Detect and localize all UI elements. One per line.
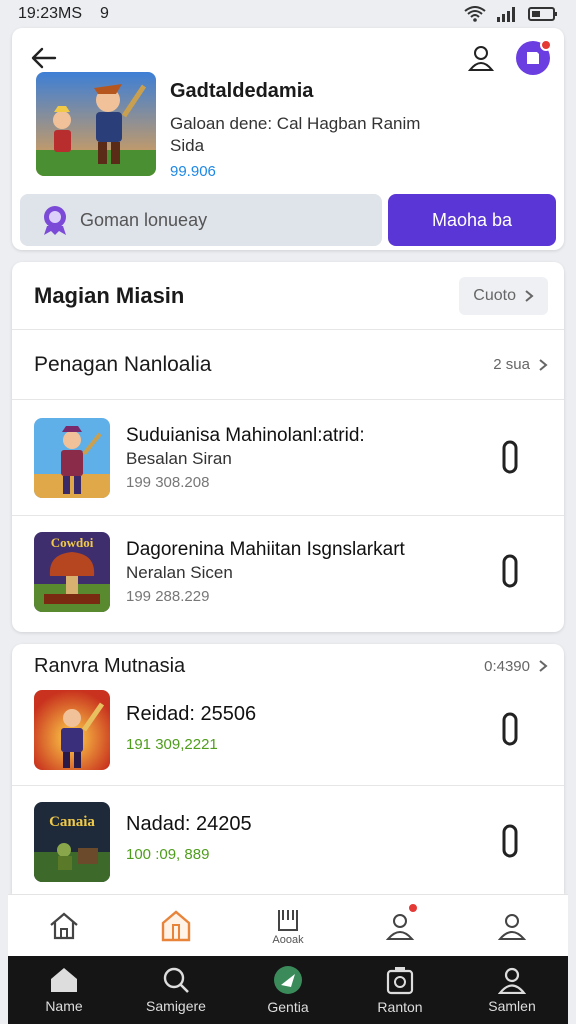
list-item[interactable]: Suduianisa Mahinolanl:atrid: Besalan Sir…: [12, 402, 564, 516]
account-button[interactable]: [464, 41, 498, 75]
sub-section-more-label: 2 sua: [493, 356, 530, 373]
chevron-right-icon: [525, 289, 534, 302]
back-button[interactable]: [26, 40, 62, 76]
system-bottom-nav: Name Samigere Gentia Ranton Samlen: [8, 956, 568, 1024]
item-subtitle: Besalan Siran: [126, 449, 232, 468]
play-icon: [274, 966, 302, 994]
primary-action-button[interactable]: Maoha ba: [388, 194, 556, 246]
item-title: Dagorenina Mahiitan Isgnslarkart: [126, 539, 405, 560]
item-subtitle: Neralan Sicen: [126, 563, 233, 582]
item-title: Reidad: 25506: [126, 703, 257, 725]
section-more-label: 0:4390: [484, 657, 530, 675]
home-icon: [51, 968, 77, 992]
notification-button[interactable]: [516, 39, 552, 75]
camera-icon: [386, 967, 414, 995]
battery-icon: [528, 7, 557, 21]
chevron-right-icon: [539, 358, 548, 371]
tab-home[interactable]: [29, 898, 99, 954]
badge-icon: [44, 206, 66, 235]
top-bar: [26, 39, 552, 76]
nav-home-label: Name: [45, 998, 83, 1014]
section-title: Magian Miasin: [34, 282, 185, 308]
nav-home[interactable]: Name: [19, 966, 109, 1014]
bottom-tab-bar: Aooak: [8, 894, 568, 956]
game-price: 99.906: [170, 163, 216, 180]
section-card-1: Magian Miasin Cuoto Penagan Nanloalia 2 …: [12, 262, 564, 632]
item-meta: 199 288.229: [126, 588, 210, 605]
sub-section-header[interactable]: Penagan Nanloalia 2 sua: [12, 330, 564, 400]
status-bar: 19:23MS 9: [0, 0, 576, 28]
game-thumbnail: Cowdoi: [34, 532, 110, 612]
game-title: Gadtaldedamia: [170, 80, 314, 102]
signal-icon: [497, 7, 515, 22]
notification-badge: [540, 39, 552, 51]
user-icon: [498, 967, 526, 994]
section-card-2: Ranvra Mutnasia 0:4390 Reidad: 25506 191…: [12, 644, 564, 894]
section-header: Magian Miasin Cuoto: [12, 262, 564, 330]
item-meta: 191 309,2221: [126, 736, 218, 753]
game-thumbnail: Canaia: [34, 802, 110, 882]
game-subtitle: Galoan dene: Cal Hagban Ranim Sida: [170, 114, 421, 155]
status-extra: 9: [100, 5, 109, 22]
nav-play[interactable]: Gentia: [243, 965, 333, 1015]
item-action-icon[interactable]: [500, 440, 520, 476]
nav-play-label: Gentia: [267, 999, 309, 1015]
sub-section-title: Penagan Nanloalia: [34, 352, 212, 376]
arrow-left-icon: [31, 47, 57, 69]
section-more[interactable]: 0:4390: [484, 658, 548, 675]
item-meta: 100 :09, 889: [126, 846, 210, 863]
tab-profile-badge[interactable]: [365, 898, 435, 954]
list-item[interactable]: Cowdoi Dagorenina Mahiitan Isgnslarkart …: [12, 516, 564, 630]
game-thumbnail: [34, 418, 110, 498]
home-icon: [50, 912, 78, 939]
item-action-icon[interactable]: [500, 824, 520, 860]
store-icon: [161, 909, 191, 941]
pill-label: Cuoto: [473, 286, 516, 304]
wifi-icon: [464, 6, 486, 22]
search-icon: [163, 967, 189, 993]
tab-store[interactable]: [141, 898, 211, 954]
sub-section-more[interactable]: 2 sua: [493, 356, 548, 373]
header-card: Gadtaldedamia Galoan dene: Cal Hagban Ra…: [12, 28, 564, 250]
list-item[interactable]: Reidad: 25506 191 309,2221: [12, 674, 564, 786]
tab-bookmark-label: Aooak: [272, 933, 304, 946]
list-item[interactable]: Canaia Nadad: 24205 100 :09, 889: [12, 786, 564, 894]
item-action-icon[interactable]: [500, 712, 520, 748]
nav-user[interactable]: Samlen: [467, 966, 557, 1014]
item-title: Nadad: 24205: [126, 813, 252, 835]
thumbnail-label: Cowdoi: [51, 535, 94, 550]
item-meta: 199 308.208: [126, 474, 210, 491]
bookmark-icon: [278, 909, 298, 931]
user-icon: [467, 46, 495, 71]
bell-icon: [527, 52, 539, 64]
status-time: 19:23MS: [18, 5, 83, 22]
primary-action-label: Maoha ba: [431, 209, 513, 230]
profile-badge-icon: [385, 913, 415, 940]
notification-badge: [407, 901, 419, 914]
game-thumbnail: [34, 690, 110, 770]
nav-user-label: Samlen: [488, 998, 536, 1014]
user-icon: [497, 913, 527, 940]
item-action-icon[interactable]: [500, 554, 520, 590]
game-hero-image: [36, 72, 156, 176]
secondary-action-button[interactable]: Goman lonueay: [20, 194, 382, 246]
nav-search-label: Samigere: [146, 998, 206, 1014]
nav-search[interactable]: Samigere: [131, 966, 221, 1014]
section-pill-button[interactable]: Cuoto: [459, 276, 548, 315]
secondary-action-label: Goman lonueay: [80, 209, 208, 230]
item-title: Suduianisa Mahinolanl:atrid:: [126, 425, 365, 446]
chevron-right-icon: [539, 660, 548, 672]
tab-user[interactable]: [477, 898, 547, 954]
thumbnail-label: Canaia: [49, 814, 95, 830]
nav-camera-label: Ranton: [377, 999, 423, 1015]
tab-bookmark[interactable]: Aooak: [253, 898, 323, 954]
nav-camera[interactable]: Ranton: [355, 965, 445, 1015]
